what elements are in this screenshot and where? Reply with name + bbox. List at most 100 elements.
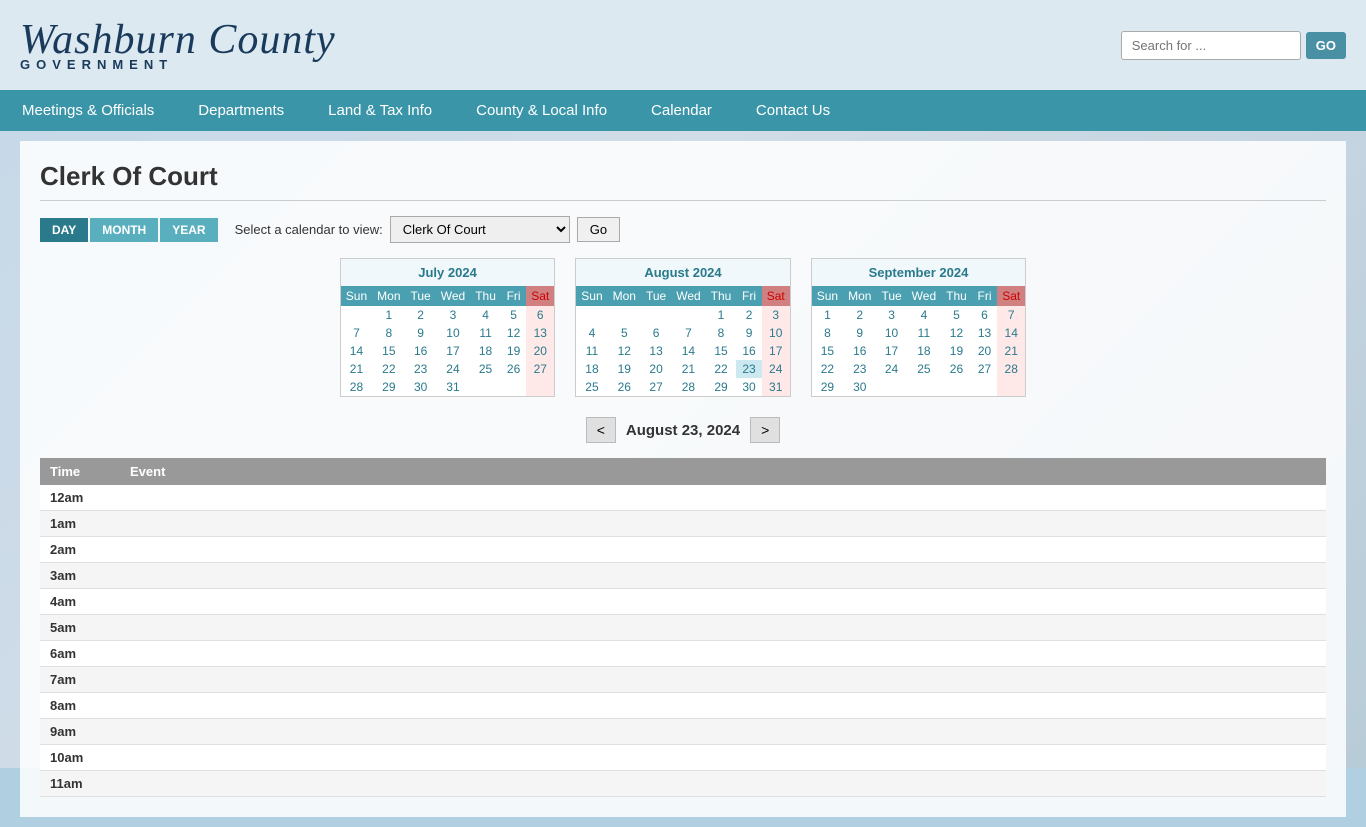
calendar-day[interactable]: 30: [406, 378, 436, 396]
calendar-day-link[interactable]: 17: [885, 344, 898, 358]
calendar-select-dropdown[interactable]: Clerk Of Court County Board Planning Zon…: [390, 216, 570, 243]
calendar-day[interactable]: 11: [470, 324, 501, 342]
calendar-day[interactable]: 10: [762, 324, 790, 342]
calendar-day[interactable]: 24: [436, 360, 470, 378]
calendar-day-link[interactable]: 10: [446, 326, 459, 340]
calendar-day[interactable]: 5: [608, 324, 641, 342]
calendar-day[interactable]: 26: [501, 360, 526, 378]
calendar-day-link[interactable]: 6: [653, 326, 660, 340]
calendar-day-link[interactable]: 4: [482, 308, 489, 322]
calendar-day[interactable]: 21: [997, 342, 1025, 360]
calendar-day-link[interactable]: 19: [507, 344, 520, 358]
calendar-day[interactable]: 5: [501, 306, 526, 324]
calendar-day-link[interactable]: 31: [446, 380, 459, 394]
nav-item-departments[interactable]: Departments: [176, 90, 306, 131]
calendar-day-link[interactable]: 28: [1005, 362, 1018, 376]
calendar-day-link[interactable]: 18: [917, 344, 930, 358]
calendar-day[interactable]: 19: [608, 360, 641, 378]
calendar-day-link[interactable]: 24: [769, 362, 782, 376]
calendar-day-link[interactable]: 3: [450, 308, 457, 322]
calendar-day[interactable]: 22: [706, 360, 737, 378]
calendar-day[interactable]: 1: [812, 306, 843, 324]
calendar-day[interactable]: 6: [972, 306, 997, 324]
calendar-day[interactable]: 19: [501, 342, 526, 360]
calendar-day-link[interactable]: 12: [618, 344, 631, 358]
calendar-day-link[interactable]: 10: [769, 326, 782, 340]
calendar-day[interactable]: 13: [526, 324, 554, 342]
calendar-day-link[interactable]: 20: [649, 362, 662, 376]
calendar-day-link[interactable]: 25: [917, 362, 930, 376]
calendar-day[interactable]: 15: [812, 342, 843, 360]
calendar-day-link[interactable]: 14: [1005, 326, 1018, 340]
calendar-day[interactable]: 4: [576, 324, 607, 342]
calendar-day-link[interactable]: 17: [769, 344, 782, 358]
calendar-day[interactable]: 20: [526, 342, 554, 360]
calendar-day[interactable]: 27: [526, 360, 554, 378]
calendar-day[interactable]: 4: [470, 306, 501, 324]
calendar-day[interactable]: 27: [972, 360, 997, 378]
calendar-day[interactable]: 10: [436, 324, 470, 342]
calendar-day-link[interactable]: 24: [446, 362, 459, 376]
calendar-day-link[interactable]: 28: [682, 380, 695, 394]
calendar-day-link[interactable]: 14: [682, 344, 695, 358]
view-month-button[interactable]: MONTH: [90, 218, 158, 242]
calendar-day-link[interactable]: 18: [479, 344, 492, 358]
calendar-day[interactable]: 19: [941, 342, 972, 360]
calendar-day[interactable]: 18: [470, 342, 501, 360]
calendar-day[interactable]: 3: [876, 306, 906, 324]
calendar-day[interactable]: 31: [436, 378, 470, 396]
calendar-day[interactable]: 12: [941, 324, 972, 342]
calendar-day[interactable]: 18: [576, 360, 607, 378]
calendar-day-link[interactable]: 18: [585, 362, 598, 376]
calendar-day[interactable]: 20: [641, 360, 671, 378]
calendar-day-link[interactable]: 29: [821, 380, 834, 394]
calendar-day-link[interactable]: 23: [853, 362, 866, 376]
calendar-day[interactable]: 1: [372, 306, 405, 324]
calendar-day[interactable]: 7: [341, 324, 372, 342]
calendar-day-link[interactable]: 23: [742, 362, 755, 376]
calendar-day-link[interactable]: 2: [746, 308, 753, 322]
calendar-day-link[interactable]: 11: [479, 326, 491, 340]
calendar-day[interactable]: 14: [671, 342, 705, 360]
calendar-day-link[interactable]: 22: [714, 362, 727, 376]
calendar-day-link[interactable]: 8: [824, 326, 831, 340]
calendar-day[interactable]: 6: [526, 306, 554, 324]
nav-item-contact[interactable]: Contact Us: [734, 90, 852, 131]
nav-item-county-local[interactable]: County & Local Info: [454, 90, 629, 131]
calendar-day[interactable]: 3: [436, 306, 470, 324]
calendar-day-link[interactable]: 19: [618, 362, 631, 376]
calendar-day-link[interactable]: 1: [718, 308, 725, 322]
calendar-day-link[interactable]: 22: [821, 362, 834, 376]
calendar-day-link[interactable]: 1: [824, 308, 831, 322]
calendar-day-link[interactable]: 3: [888, 308, 895, 322]
calendar-day-link[interactable]: 6: [981, 308, 988, 322]
calendar-day[interactable]: 24: [762, 360, 790, 378]
calendar-day[interactable]: 9: [736, 324, 761, 342]
calendar-day[interactable]: 17: [436, 342, 470, 360]
calendar-day-link[interactable]: 28: [350, 380, 363, 394]
calendar-day-link[interactable]: 4: [589, 326, 596, 340]
calendar-day-link[interactable]: 26: [507, 362, 520, 376]
calendar-day[interactable]: 10: [876, 324, 906, 342]
calendar-day[interactable]: 14: [997, 324, 1025, 342]
calendar-day-link[interactable]: 16: [742, 344, 755, 358]
calendar-day[interactable]: 20: [972, 342, 997, 360]
calendar-day[interactable]: 28: [997, 360, 1025, 378]
calendar-day[interactable]: 8: [372, 324, 405, 342]
calendar-day-link[interactable]: 15: [382, 344, 395, 358]
calendar-day[interactable]: 17: [876, 342, 906, 360]
calendar-day[interactable]: 16: [843, 342, 876, 360]
calendar-day[interactable]: 21: [341, 360, 372, 378]
calendar-day-link[interactable]: 27: [534, 362, 547, 376]
calendar-day-link[interactable]: 22: [382, 362, 395, 376]
calendar-day[interactable]: 13: [641, 342, 671, 360]
calendar-day-link[interactable]: 30: [853, 380, 866, 394]
calendar-day-link[interactable]: 10: [885, 326, 898, 340]
calendar-day[interactable]: 29: [812, 378, 843, 396]
calendar-day[interactable]: 16: [406, 342, 436, 360]
calendar-day-link[interactable]: 3: [772, 308, 779, 322]
calendar-day[interactable]: 18: [907, 342, 941, 360]
calendar-day-link[interactable]: 2: [417, 308, 424, 322]
calendar-day[interactable]: 31: [762, 378, 790, 396]
calendar-day[interactable]: 23: [736, 360, 761, 378]
